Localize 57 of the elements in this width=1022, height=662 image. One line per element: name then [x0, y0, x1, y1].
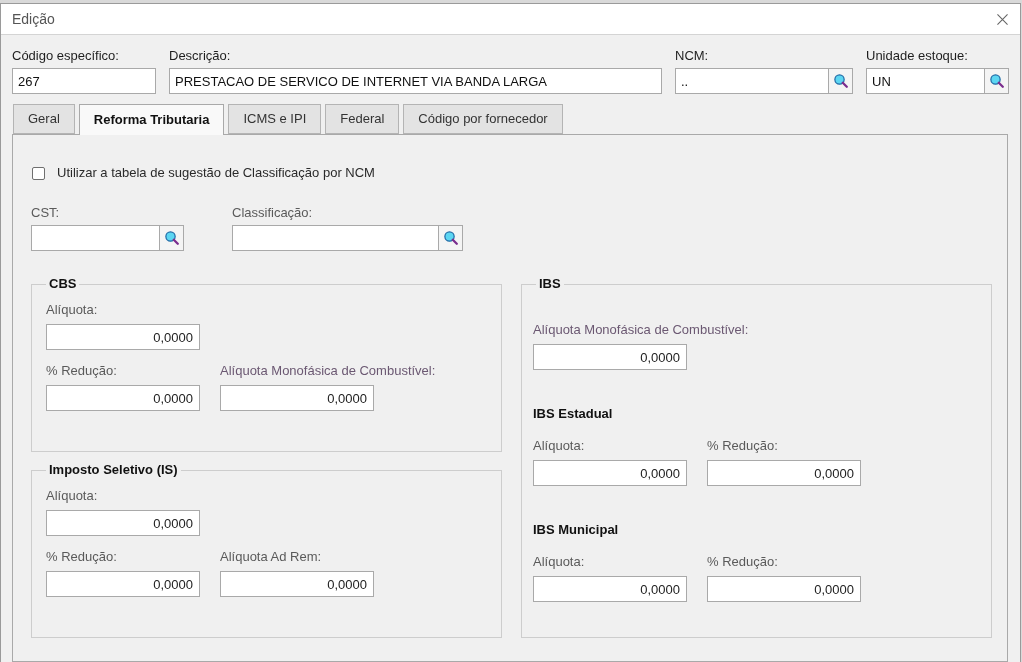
input-field[interactable]: 0,0000 — [220, 385, 374, 411]
search-button[interactable] — [160, 225, 184, 251]
input-field[interactable]: 0,0000 — [707, 460, 861, 486]
search-icon — [989, 74, 1004, 88]
input-field[interactable]: 0,0000 — [46, 571, 200, 597]
tab[interactable]: Reforma Tributaria — [78, 104, 225, 135]
field-label: % Redução: — [46, 549, 117, 564]
input-field[interactable]: 0,0000 — [707, 576, 861, 602]
field-label: Alíquota: — [533, 438, 585, 453]
input-field[interactable]: UN — [866, 68, 985, 94]
input-field[interactable]: 0,0000 — [533, 344, 687, 370]
section-title: IBS Municipal — [533, 522, 619, 537]
tab[interactable]: Código por fornecedor — [403, 104, 563, 134]
search-icon — [164, 231, 179, 245]
input-field[interactable]: 0,0000 — [220, 571, 374, 597]
input-field[interactable]: 0,0000 — [46, 385, 200, 411]
field-label: % Redução: — [46, 363, 117, 378]
input-field[interactable]: 0,0000 — [533, 576, 687, 602]
field-label: Alíquota Ad Rem: — [220, 549, 322, 564]
input-field[interactable]: 0,0000 — [533, 460, 687, 486]
section-title: IBS Estadual — [533, 406, 613, 421]
search-button[interactable] — [439, 225, 463, 251]
field-label: Alíquota Monofásica de Combustível: — [533, 322, 749, 337]
search-button[interactable] — [985, 68, 1009, 94]
input-field[interactable] — [31, 225, 160, 251]
tab[interactable]: Federal — [325, 104, 400, 134]
field-label: Alíquota: — [46, 302, 98, 317]
input-field[interactable]: PRESTACAO DE SERVICO DE INTERNET VIA BANDA LARGA — [169, 68, 662, 94]
search-icon — [443, 231, 458, 245]
field-label: Alíquota Monofásica de Combustível: — [220, 363, 436, 378]
field-label: Alíquota: — [533, 554, 585, 569]
input-field[interactable]: 0,0000 — [46, 510, 200, 536]
close-icon — [996, 13, 1008, 25]
checkbox-label: Utilizar a tabela de sugestão de Classificação por NCM — [57, 165, 375, 181]
field-label: CST: — [31, 205, 60, 220]
field-label: % Redução: — [707, 554, 778, 569]
input-field[interactable] — [232, 225, 439, 251]
field-label: Descrição: — [169, 48, 231, 63]
window-title: Edição — [12, 9, 55, 29]
field-label: NCM: — [675, 48, 709, 63]
field-label: % Redução: — [707, 438, 778, 453]
field-label: Unidade estoque: — [866, 48, 968, 63]
checkbox[interactable] — [32, 166, 45, 180]
group-title: IBS — [538, 276, 562, 292]
close-button[interactable] — [994, 11, 1010, 27]
input-field[interactable]: .. — [675, 68, 829, 94]
input-field[interactable]: 0,0000 — [46, 324, 200, 350]
search-button[interactable] — [829, 68, 853, 94]
field-label: Código específico: — [12, 48, 119, 63]
search-icon — [833, 74, 848, 88]
group-title: CBS — [48, 276, 78, 292]
group-title: Imposto Seletivo (IS) — [48, 462, 179, 478]
input-field[interactable]: 267 — [12, 68, 156, 94]
tab[interactable]: Geral — [13, 104, 75, 134]
field-label: Classificação: — [232, 205, 313, 220]
field-label: Alíquota: — [46, 488, 98, 503]
tab[interactable]: ICMS e IPI — [228, 104, 322, 134]
